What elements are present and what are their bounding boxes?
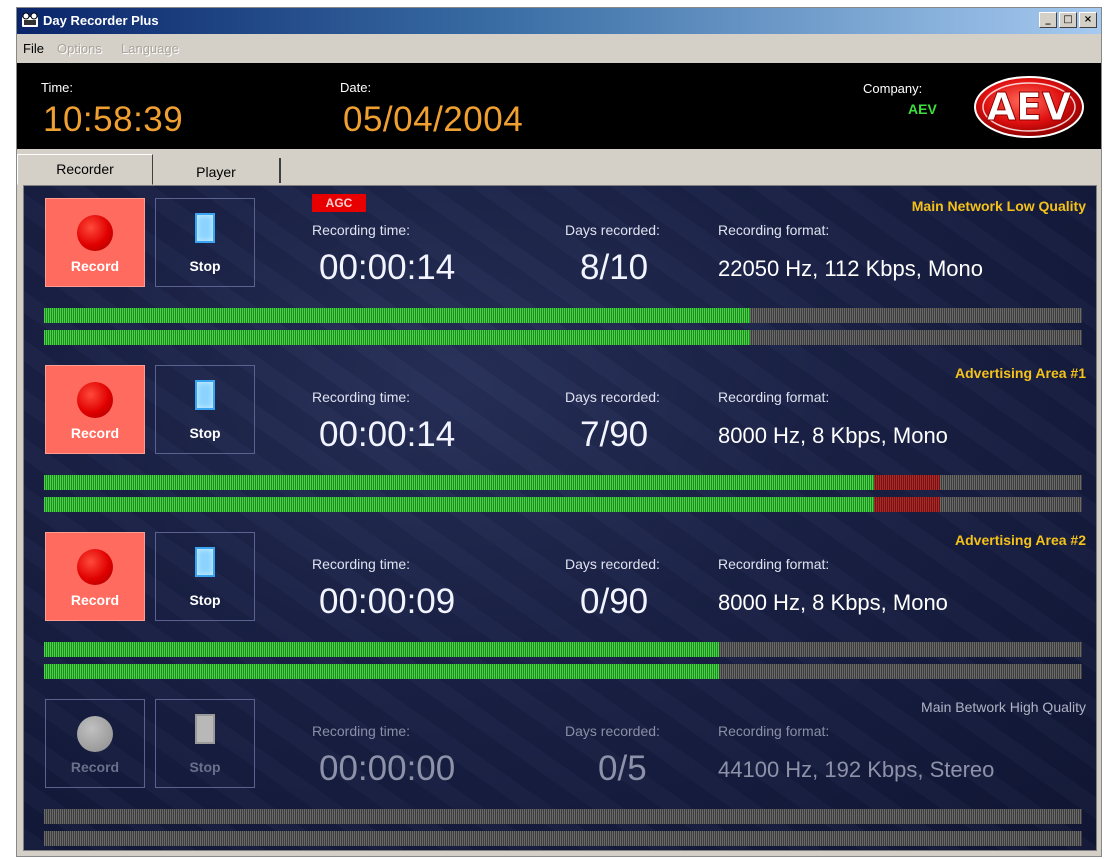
recording-format-value: 8000 Hz, 8 Kbps, Mono — [718, 590, 948, 615]
days-recorded-value: 7/90 — [580, 415, 649, 454]
days-recorded-label: Days recorded: — [565, 556, 660, 572]
recording-time-value: 00:00:14 — [319, 415, 456, 454]
tab-player[interactable]: Player — [153, 158, 281, 183]
level-meter-right — [44, 664, 1082, 679]
window-title: Day Recorder Plus — [43, 13, 159, 28]
close-button[interactable]: × — [1079, 12, 1097, 28]
stop-button[interactable]: Stop — [155, 532, 255, 621]
recording-time-label: Recording time: — [312, 222, 411, 238]
days-recorded-label: Days recorded: — [565, 723, 660, 739]
date-label: Date: — [340, 80, 372, 95]
recording-format-label: Recording format: — [718, 389, 830, 405]
stop-label: Stop — [189, 258, 221, 274]
meter-red-fill — [874, 497, 940, 512]
record-label: Record — [70, 592, 120, 608]
date-value: 05/04/2004 — [343, 100, 524, 139]
recording-format-label: Recording format: — [718, 723, 830, 739]
window-controls: _ □ × — [1039, 12, 1097, 28]
stop-label: Stop — [189, 759, 221, 775]
days-recorded-value: 0/5 — [598, 749, 647, 788]
time-value: 10:58:39 — [43, 100, 184, 139]
recording-time-value: 00:00:14 — [319, 248, 456, 287]
stop-square-icon — [195, 213, 215, 243]
recording-format-value: 8000 Hz, 8 Kbps, Mono — [718, 423, 948, 448]
meter-green-fill — [44, 475, 875, 490]
record-button[interactable]: Record — [45, 532, 145, 621]
minimize-button[interactable]: _ — [1039, 12, 1057, 28]
recording-time-value: 00:00:09 — [319, 582, 456, 621]
agc-badge: AGC — [312, 194, 366, 212]
level-meter-right — [44, 831, 1082, 846]
channel-name: Main Network Low Quality — [911, 198, 1086, 214]
stop-square-icon — [195, 714, 215, 744]
days-recorded-label: Days recorded: — [565, 222, 660, 238]
stop-button[interactable]: Stop — [155, 699, 255, 788]
meter-green-fill — [44, 308, 750, 323]
menu-file[interactable]: File — [23, 41, 44, 56]
channel-row: Record Stop Recording time: 00:00:14 Day… — [24, 353, 1096, 520]
record-button[interactable]: Record — [45, 198, 145, 287]
level-meter-left — [44, 809, 1082, 824]
record-dot-icon — [77, 549, 113, 585]
recorder-panel: Record Stop AGC Recording time: 00:00:14… — [23, 185, 1097, 851]
status-header: Time: 10:58:39 Date: 05/04/2004 Company:… — [17, 63, 1101, 149]
level-meter-right — [44, 497, 1082, 512]
recording-format-value: 44100 Hz, 192 Kbps, Stereo — [718, 757, 995, 782]
recording-time-label: Recording time: — [312, 556, 411, 572]
level-meter-right — [44, 330, 1082, 345]
recording-time-value: 00:00:00 — [319, 749, 456, 788]
recording-format-value: 22050 Hz, 112 Kbps, Mono — [718, 256, 983, 281]
stop-label: Stop — [189, 425, 221, 441]
days-recorded-value: 0/90 — [580, 582, 649, 621]
record-label: Record — [70, 258, 120, 274]
app-window: Day Recorder Plus _ □ × File Options Lan… — [16, 7, 1102, 857]
channel-row: Record Stop AGC Recording time: 00:00:14… — [24, 186, 1096, 353]
channel-row: Record Stop Recording time: 00:00:09 Day… — [24, 520, 1096, 687]
stop-button[interactable]: Stop — [155, 365, 255, 454]
level-meter-left — [44, 642, 1082, 657]
stop-square-icon — [195, 547, 215, 577]
recording-time-label: Recording time: — [312, 389, 411, 405]
record-dot-icon — [77, 716, 113, 752]
app-icon — [22, 12, 38, 27]
record-label: Record — [70, 425, 120, 441]
recording-format-label: Recording format: — [718, 222, 830, 238]
meter-red-fill — [874, 475, 940, 490]
level-meter-left — [44, 475, 1082, 490]
record-dot-icon — [77, 215, 113, 251]
meter-green-fill — [44, 664, 719, 679]
title-bar[interactable]: Day Recorder Plus _ □ × — [17, 8, 1101, 34]
company-label: Company: — [863, 81, 923, 96]
stop-button[interactable]: Stop — [155, 198, 255, 287]
menu-options[interactable]: Options — [57, 41, 102, 56]
channel-name: Advertising Area #1 — [955, 365, 1086, 381]
time-label: Time: — [41, 80, 74, 95]
company-value: AEV — [908, 101, 937, 117]
aev-logo: AEV — [974, 76, 1084, 138]
tab-recorder[interactable]: Recorder — [17, 154, 153, 185]
channel-row: Record Stop Recording time: 00:00:00 Day… — [24, 687, 1096, 850]
stop-label: Stop — [189, 592, 221, 608]
record-label: Record — [70, 759, 120, 775]
level-meter-left — [44, 308, 1082, 323]
recording-time-label: Recording time: — [312, 723, 411, 739]
recording-format-label: Recording format: — [718, 556, 830, 572]
menu-bar: File Options Language — [17, 35, 1101, 61]
meter-green-fill — [44, 497, 875, 512]
meter-green-fill — [44, 642, 719, 657]
menu-language[interactable]: Language — [121, 41, 179, 56]
meter-green-fill — [44, 330, 750, 345]
tab-strip: Recorder Player — [17, 151, 1101, 185]
stop-square-icon — [195, 380, 215, 410]
days-recorded-label: Days recorded: — [565, 389, 660, 405]
aev-logo-text: AEV — [987, 85, 1072, 129]
days-recorded-value: 8/10 — [580, 248, 649, 287]
record-button[interactable]: Record — [45, 699, 145, 788]
channel-name: Main Betwork High Quality — [921, 699, 1086, 715]
maximize-button[interactable]: □ — [1059, 12, 1077, 28]
record-button[interactable]: Record — [45, 365, 145, 454]
record-dot-icon — [77, 382, 113, 418]
channel-name: Advertising Area #2 — [955, 532, 1086, 548]
